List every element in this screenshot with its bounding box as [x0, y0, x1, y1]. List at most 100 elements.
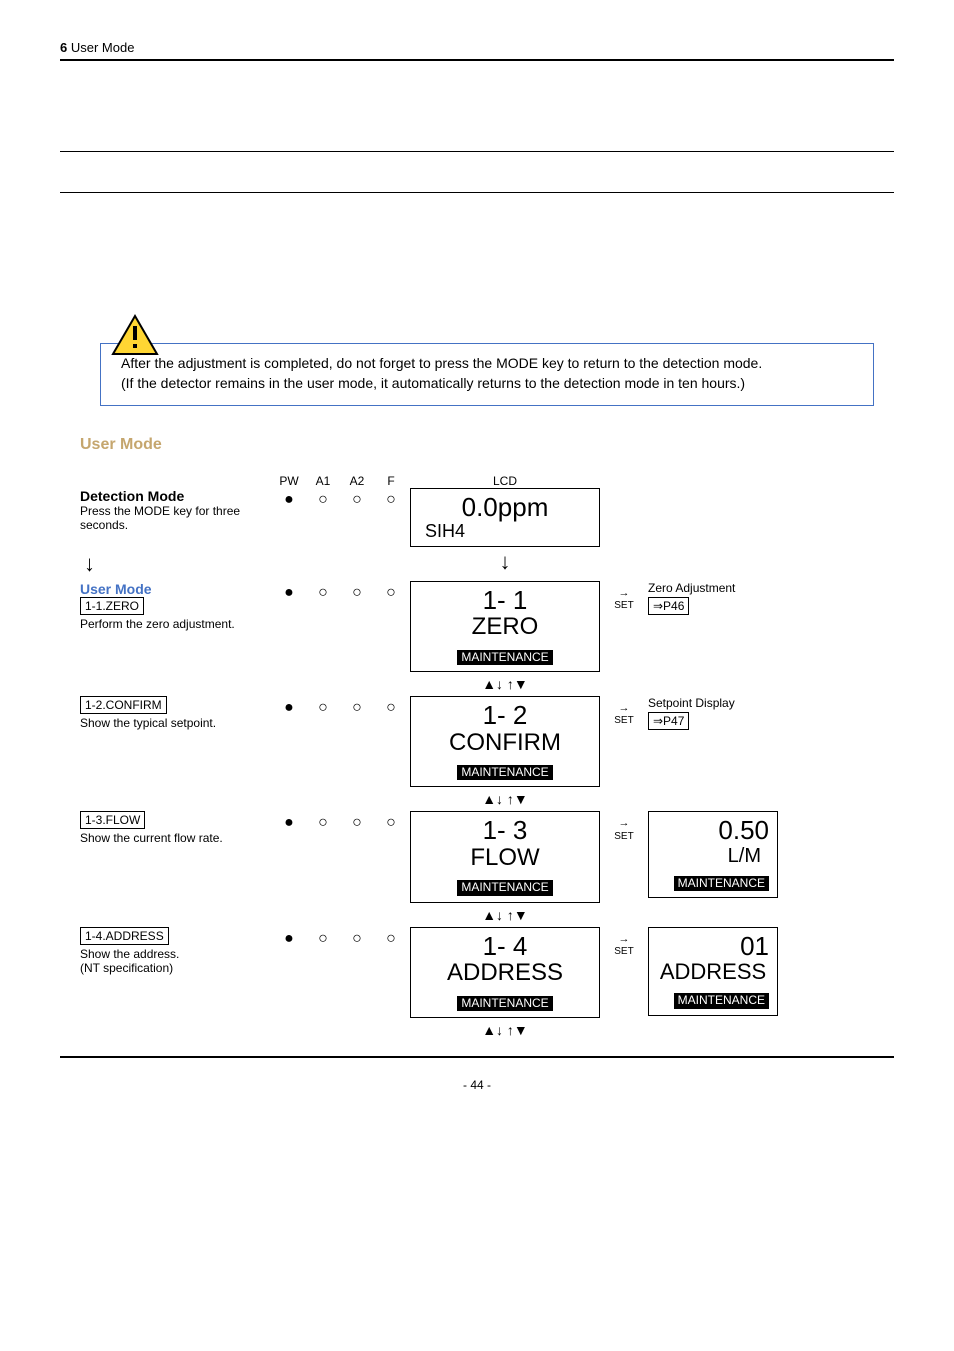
step-caption: Perform the zero adjustment.: [80, 617, 264, 631]
arrow-right-icon: →: [604, 702, 644, 715]
lcd-right: 01 ADDRESS MAINTENANCE: [648, 927, 778, 1016]
lcd-right-inv: MAINTENANCE: [674, 876, 769, 891]
step-title: User Mode: [80, 581, 264, 597]
step-caption: Show the address.: [80, 947, 264, 961]
step-code: 1-2.CONFIRM: [80, 696, 167, 714]
lamp-f: ○: [376, 581, 406, 601]
lamp-f: ○: [376, 696, 406, 716]
step-desc: 1-2.CONFIRM Show the typical setpoint.: [80, 696, 270, 730]
set-arrow: → SET: [604, 927, 644, 958]
lcd-inv: MAINTENANCE: [457, 650, 552, 665]
step-code: 1-4.ADDRESS: [80, 927, 169, 945]
arrow-right-icon: →: [604, 817, 644, 830]
lcd-inv: MAINTENANCE: [457, 765, 552, 780]
ref-box: ⇒P46: [648, 597, 689, 615]
lamp-a1: ○: [308, 581, 338, 601]
lcd-sub: ZERO: [419, 614, 591, 640]
lamp-f: ○: [376, 488, 406, 508]
lcd-big: 1- 2: [419, 701, 591, 730]
col-f: F: [376, 474, 406, 488]
step-desc: 1-3.FLOW Show the current flow rate.: [80, 811, 270, 845]
lamp-a1: ○: [308, 811, 338, 831]
lamp-pw: ●: [274, 927, 304, 947]
set-label: SET: [604, 715, 644, 727]
lcd-right-sub: ADDRESS: [657, 960, 769, 984]
step-desc: User Mode 1-1.ZERO Perform the zero adju…: [80, 581, 270, 631]
step-caption: Show the current flow rate.: [80, 831, 264, 845]
lamp-a2: ○: [342, 488, 372, 508]
divider: [60, 192, 894, 193]
footer-divider: [60, 1056, 894, 1058]
lcd: 1- 4 ADDRESS MAINTENANCE: [410, 927, 600, 1018]
lcd-big: 1- 1: [419, 586, 591, 615]
page-header: 6 User Mode: [60, 40, 894, 61]
lcd-sub: FLOW: [419, 845, 591, 871]
divider: [60, 151, 894, 152]
ref: Zero Adjustment ⇒P46: [648, 581, 778, 615]
step-title: Detection Mode: [80, 488, 264, 504]
chapter-title: User Mode: [71, 40, 135, 55]
set-arrow: → SET: [604, 581, 644, 612]
nav-arrows-icon: ▲↓ ↑▼: [410, 787, 600, 811]
lcd: 1- 2 CONFIRM MAINTENANCE: [410, 696, 600, 787]
nav-arrows-icon: ▲↓ ↑▼: [410, 903, 600, 927]
lamp-a2: ○: [342, 696, 372, 716]
set-arrow: → SET: [604, 811, 644, 842]
lamp-f: ○: [376, 811, 406, 831]
step-desc: Detection Mode Press the MODE key for th…: [80, 488, 270, 532]
lcd-inv: MAINTENANCE: [457, 996, 552, 1011]
lamp-a2: ○: [342, 927, 372, 947]
lamp-a1: ○: [308, 488, 338, 508]
col-a1: A1: [308, 474, 338, 488]
ref-title: Zero Adjustment: [648, 581, 778, 595]
ref-box: ⇒P47: [648, 712, 689, 730]
lamp-a2: ○: [342, 811, 372, 831]
section-title: User Mode: [80, 436, 894, 454]
set-label: SET: [604, 946, 644, 958]
lcd-right-big: 0.50: [657, 816, 769, 845]
lcd-right: 0.50 L/M MAINTENANCE: [648, 811, 778, 898]
lcd: 1- 1 ZERO MAINTENANCE: [410, 581, 600, 672]
caution-box: After the adjustment is completed, do no…: [100, 343, 874, 406]
step-caption: Press the MODE key for three seconds.: [80, 504, 264, 532]
lcd-small: SIH4: [419, 522, 591, 542]
arrow-down-icon: ↓: [410, 547, 600, 577]
lcd-right-sub: L/M: [657, 845, 769, 867]
lamp-pw: ●: [274, 581, 304, 601]
lamp-a1: ○: [308, 927, 338, 947]
lcd-big: 0.0ppm: [419, 493, 591, 522]
nav-arrows-icon: ▲↓ ↑▼: [410, 672, 600, 696]
col-lcd: LCD: [410, 474, 600, 488]
step-caption: Show the typical setpoint.: [80, 716, 264, 730]
lamp-a2: ○: [342, 581, 372, 601]
lcd-inv: MAINTENANCE: [457, 880, 552, 895]
lamp-pw: ●: [274, 488, 304, 508]
step-desc: 1-4.ADDRESS Show the address. (NT specif…: [80, 927, 270, 975]
arrow-right-icon: →: [604, 587, 644, 600]
ref: Setpoint Display ⇒P47: [648, 696, 778, 730]
lcd-right-inv: MAINTENANCE: [674, 993, 769, 1008]
step-code: 1-3.FLOW: [80, 811, 145, 829]
set-label: SET: [604, 831, 644, 843]
lamp-a1: ○: [308, 696, 338, 716]
lcd-big: 1- 4: [419, 932, 591, 961]
chapter-number: 6: [60, 40, 67, 55]
set-label: SET: [604, 600, 644, 612]
caution-text-2: (If the detector remains in the user mod…: [121, 374, 853, 394]
lcd-sub: ADDRESS: [419, 960, 591, 986]
lcd-big: 1- 3: [419, 816, 591, 845]
lcd: 1- 3 FLOW MAINTENANCE: [410, 811, 600, 902]
arrow-right-icon: →: [604, 933, 644, 946]
caution-text-1: After the adjustment is completed, do no…: [121, 354, 853, 374]
arrow-down-icon: ↓: [80, 547, 270, 581]
lamp-pw: ●: [274, 811, 304, 831]
nav-arrows-icon: ▲↓ ↑▼: [410, 1018, 600, 1042]
mode-table: PW A1 A2 F LCD Detection Mode Press the …: [80, 474, 894, 1042]
caution-icon: [111, 314, 159, 356]
lcd: 0.0ppm SIH4: [410, 488, 600, 546]
set-arrow: → SET: [604, 696, 644, 727]
col-a2: A2: [342, 474, 372, 488]
col-pw: PW: [274, 474, 304, 488]
lcd-sub: CONFIRM: [419, 730, 591, 756]
lcd-right-big: 01: [657, 932, 769, 961]
